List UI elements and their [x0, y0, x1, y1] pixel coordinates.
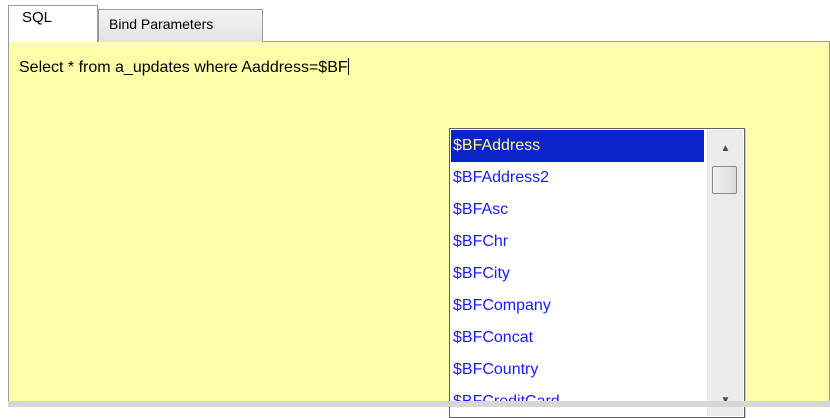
autocomplete-item[interactable]: $BFCompany: [451, 290, 704, 322]
autocomplete-item[interactable]: $BFAsc: [451, 194, 704, 226]
tab-sql[interactable]: SQL: [8, 5, 98, 42]
sql-editor[interactable]: Select * from a_updates where Aaddress=$…: [8, 41, 830, 418]
autocomplete-item[interactable]: $BFChr: [451, 226, 704, 258]
text-caret: [347, 58, 349, 75]
autocomplete-list: $BFAddress $BFAddress2 $BFAsc $BFChr $BF…: [451, 130, 704, 418]
autocomplete-item[interactable]: $BFAddress2: [451, 162, 704, 194]
scroll-down-arrow-icon[interactable]: ▼: [708, 388, 743, 412]
tab-bind-parameters[interactable]: Bind Parameters: [98, 9, 263, 42]
autocomplete-item[interactable]: $BFConcat: [451, 322, 704, 354]
autocomplete-item[interactable]: $BFCountry: [451, 354, 704, 386]
scrollbar-thumb[interactable]: [712, 166, 737, 194]
autocomplete-item[interactable]: $BFCity: [451, 258, 704, 290]
scroll-up-arrow-icon[interactable]: ▲: [708, 136, 743, 160]
editor-bottom-edge: [8, 401, 830, 407]
autocomplete-item[interactable]: $BFAddress: [451, 130, 704, 162]
autocomplete-popup: $BFAddress $BFAddress2 $BFAsc $BFChr $BF…: [449, 128, 745, 418]
sql-query-text: Select * from a_updates where Aaddress=$…: [19, 58, 349, 77]
tab-strip: SQL Bind Parameters: [0, 0, 830, 42]
autocomplete-scrollbar[interactable]: ▲ ▼: [707, 130, 743, 416]
sql-query-content: Select * from a_updates where Aaddress=$…: [19, 59, 348, 76]
